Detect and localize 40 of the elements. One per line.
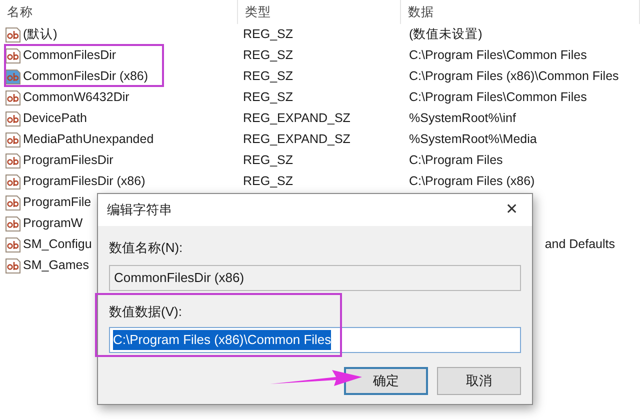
field-label: 数值数据(V): (109, 302, 182, 321)
value-type: REG_SZ (243, 48, 294, 62)
close-button[interactable]: ✕ (498, 198, 526, 222)
value-name[interactable]: ProgramFilesDir (23, 151, 114, 170)
value-name[interactable]: ProgramFile (23, 193, 92, 212)
value-data: and Defaults (544, 236, 615, 254)
column-header[interactable]: 类型 (238, 0, 401, 24)
value-data: C:\Program Files (x86)\Common Files (409, 69, 619, 84)
value-name[interactable]: MediaPathUnexpanded (23, 130, 154, 149)
value-name[interactable]: SM_Configu (23, 235, 92, 254)
value-name[interactable]: SM_Games (23, 256, 89, 275)
name-field[interactable]: CommonFilesDir (x86) (109, 264, 521, 290)
value-name[interactable]: CommonFilesDir (23, 46, 116, 65)
value-name[interactable]: CommonFilesDir (x86) (23, 67, 148, 86)
value-data: %SystemRoot%\inf (409, 111, 516, 126)
value-name[interactable]: CommonW6432Dir (23, 88, 130, 107)
value-data: C:\Program Files (x86) (409, 174, 535, 188)
field-label: 数值名称(N): (109, 239, 183, 257)
value-type: REG_SZ (243, 90, 294, 104)
value-data: C:\Program Files\Common Files (409, 90, 587, 104)
value-type: REG_SZ (243, 27, 294, 42)
value-data: C:\Program Files (409, 153, 503, 168)
value-data: (数值未设置) (409, 27, 482, 42)
column-header[interactable]: 名称 (0, 0, 238, 24)
value-type: REG_EXPAND_SZ (243, 111, 350, 126)
value-name[interactable]: DevicePath (23, 109, 87, 128)
value-type: REG_SZ (243, 174, 294, 188)
value-data: %SystemRoot%\Media (409, 132, 537, 146)
value-name[interactable]: ProgramW (23, 214, 83, 233)
value-type: REG_SZ (243, 153, 294, 168)
value-type: REG_SZ (243, 69, 294, 84)
column-header[interactable]: 数据 (401, 0, 640, 24)
value-name[interactable]: (默认) (23, 25, 58, 44)
value-type: REG_EXPAND_SZ (243, 132, 350, 146)
ok-button[interactable]: 确定 (344, 367, 428, 395)
dialog-title: 编辑字符串 (107, 201, 172, 220)
cancel-button[interactable]: 取消 (437, 367, 521, 395)
value-data: C:\Program Files\Common Files (409, 48, 587, 62)
value-name[interactable]: ProgramFilesDir (x86) (23, 172, 146, 191)
data-field[interactable]: C:\Program Files (x86)\Common Files (109, 327, 521, 353)
